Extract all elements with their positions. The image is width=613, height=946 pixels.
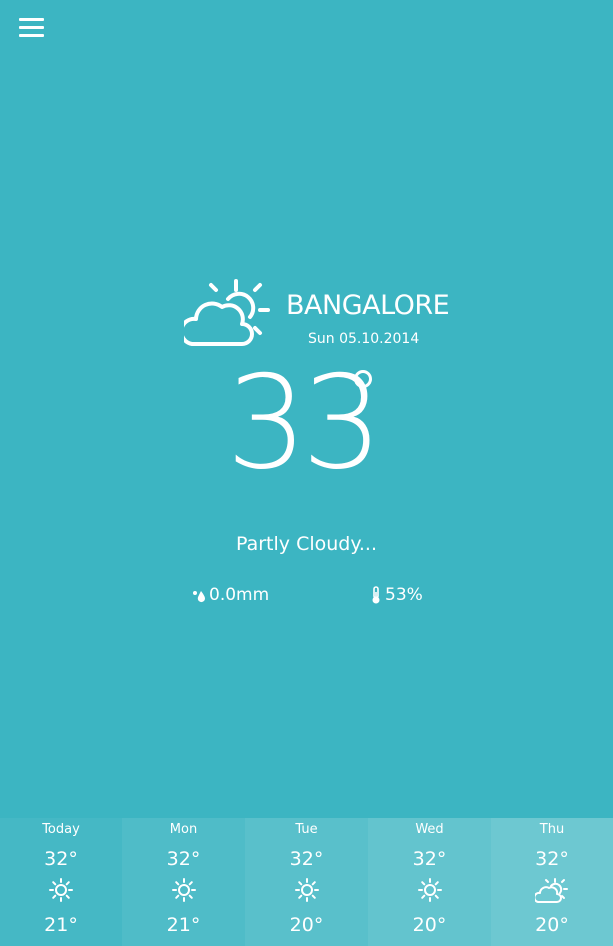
- forecast-day[interactable]: Today 32° 21°: [0, 818, 122, 946]
- current-date: Sun 05.10.2014: [308, 331, 420, 347]
- precipitation-stat: 0.0mm: [192, 585, 269, 605]
- menu-button[interactable]: [19, 18, 45, 38]
- partly-cloudy-icon: [179, 279, 274, 349]
- city-name: BANGALORE: [286, 290, 450, 321]
- forecast-day-label: Tue: [295, 822, 318, 837]
- forecast-high: 32°: [412, 848, 447, 870]
- forecast-day[interactable]: Mon 32° 21°: [122, 818, 245, 946]
- sun-icon: [294, 878, 319, 906]
- precipitation-value: 0.0mm: [209, 585, 270, 605]
- forecast-day[interactable]: Wed 32° 20°: [368, 818, 491, 946]
- forecast-day-label: Thu: [539, 822, 565, 837]
- forecast-day-label: Wed: [415, 822, 444, 837]
- forecast-low: 20°: [289, 914, 324, 936]
- forecast-day[interactable]: Thu 32° 20°: [491, 818, 613, 946]
- forecast-low: 21°: [44, 914, 78, 936]
- forecast-low: 21°: [166, 914, 201, 936]
- forecast-day-label: Mon: [169, 822, 198, 837]
- hamburger-menu-icon: [19, 18, 44, 21]
- humidity-value: 53%: [385, 585, 423, 605]
- sun-icon: [49, 878, 73, 906]
- partly-cloudy-icon: [533, 878, 569, 908]
- humidity-stat: 53%: [370, 585, 423, 605]
- thermometer-icon: [372, 586, 380, 604]
- sun-icon: [171, 878, 196, 906]
- forecast-high: 32°: [535, 848, 569, 870]
- sun-icon: [417, 878, 442, 906]
- raindrops-icon: [193, 591, 205, 603]
- forecast-low: 20°: [412, 914, 447, 936]
- forecast-day[interactable]: Tue 32° 20°: [245, 818, 368, 946]
- forecast-strip: Today 32° 21° Mon 32° 21° Tue 32° 20° We…: [0, 818, 613, 946]
- degree-symbol: [354, 370, 372, 388]
- weather-condition: Partly Cloudy...: [236, 533, 377, 555]
- forecast-high: 32°: [289, 848, 324, 870]
- forecast-low: 20°: [535, 914, 569, 936]
- forecast-day-label: Today: [42, 822, 80, 837]
- forecast-high: 32°: [44, 848, 78, 870]
- forecast-high: 32°: [166, 848, 201, 870]
